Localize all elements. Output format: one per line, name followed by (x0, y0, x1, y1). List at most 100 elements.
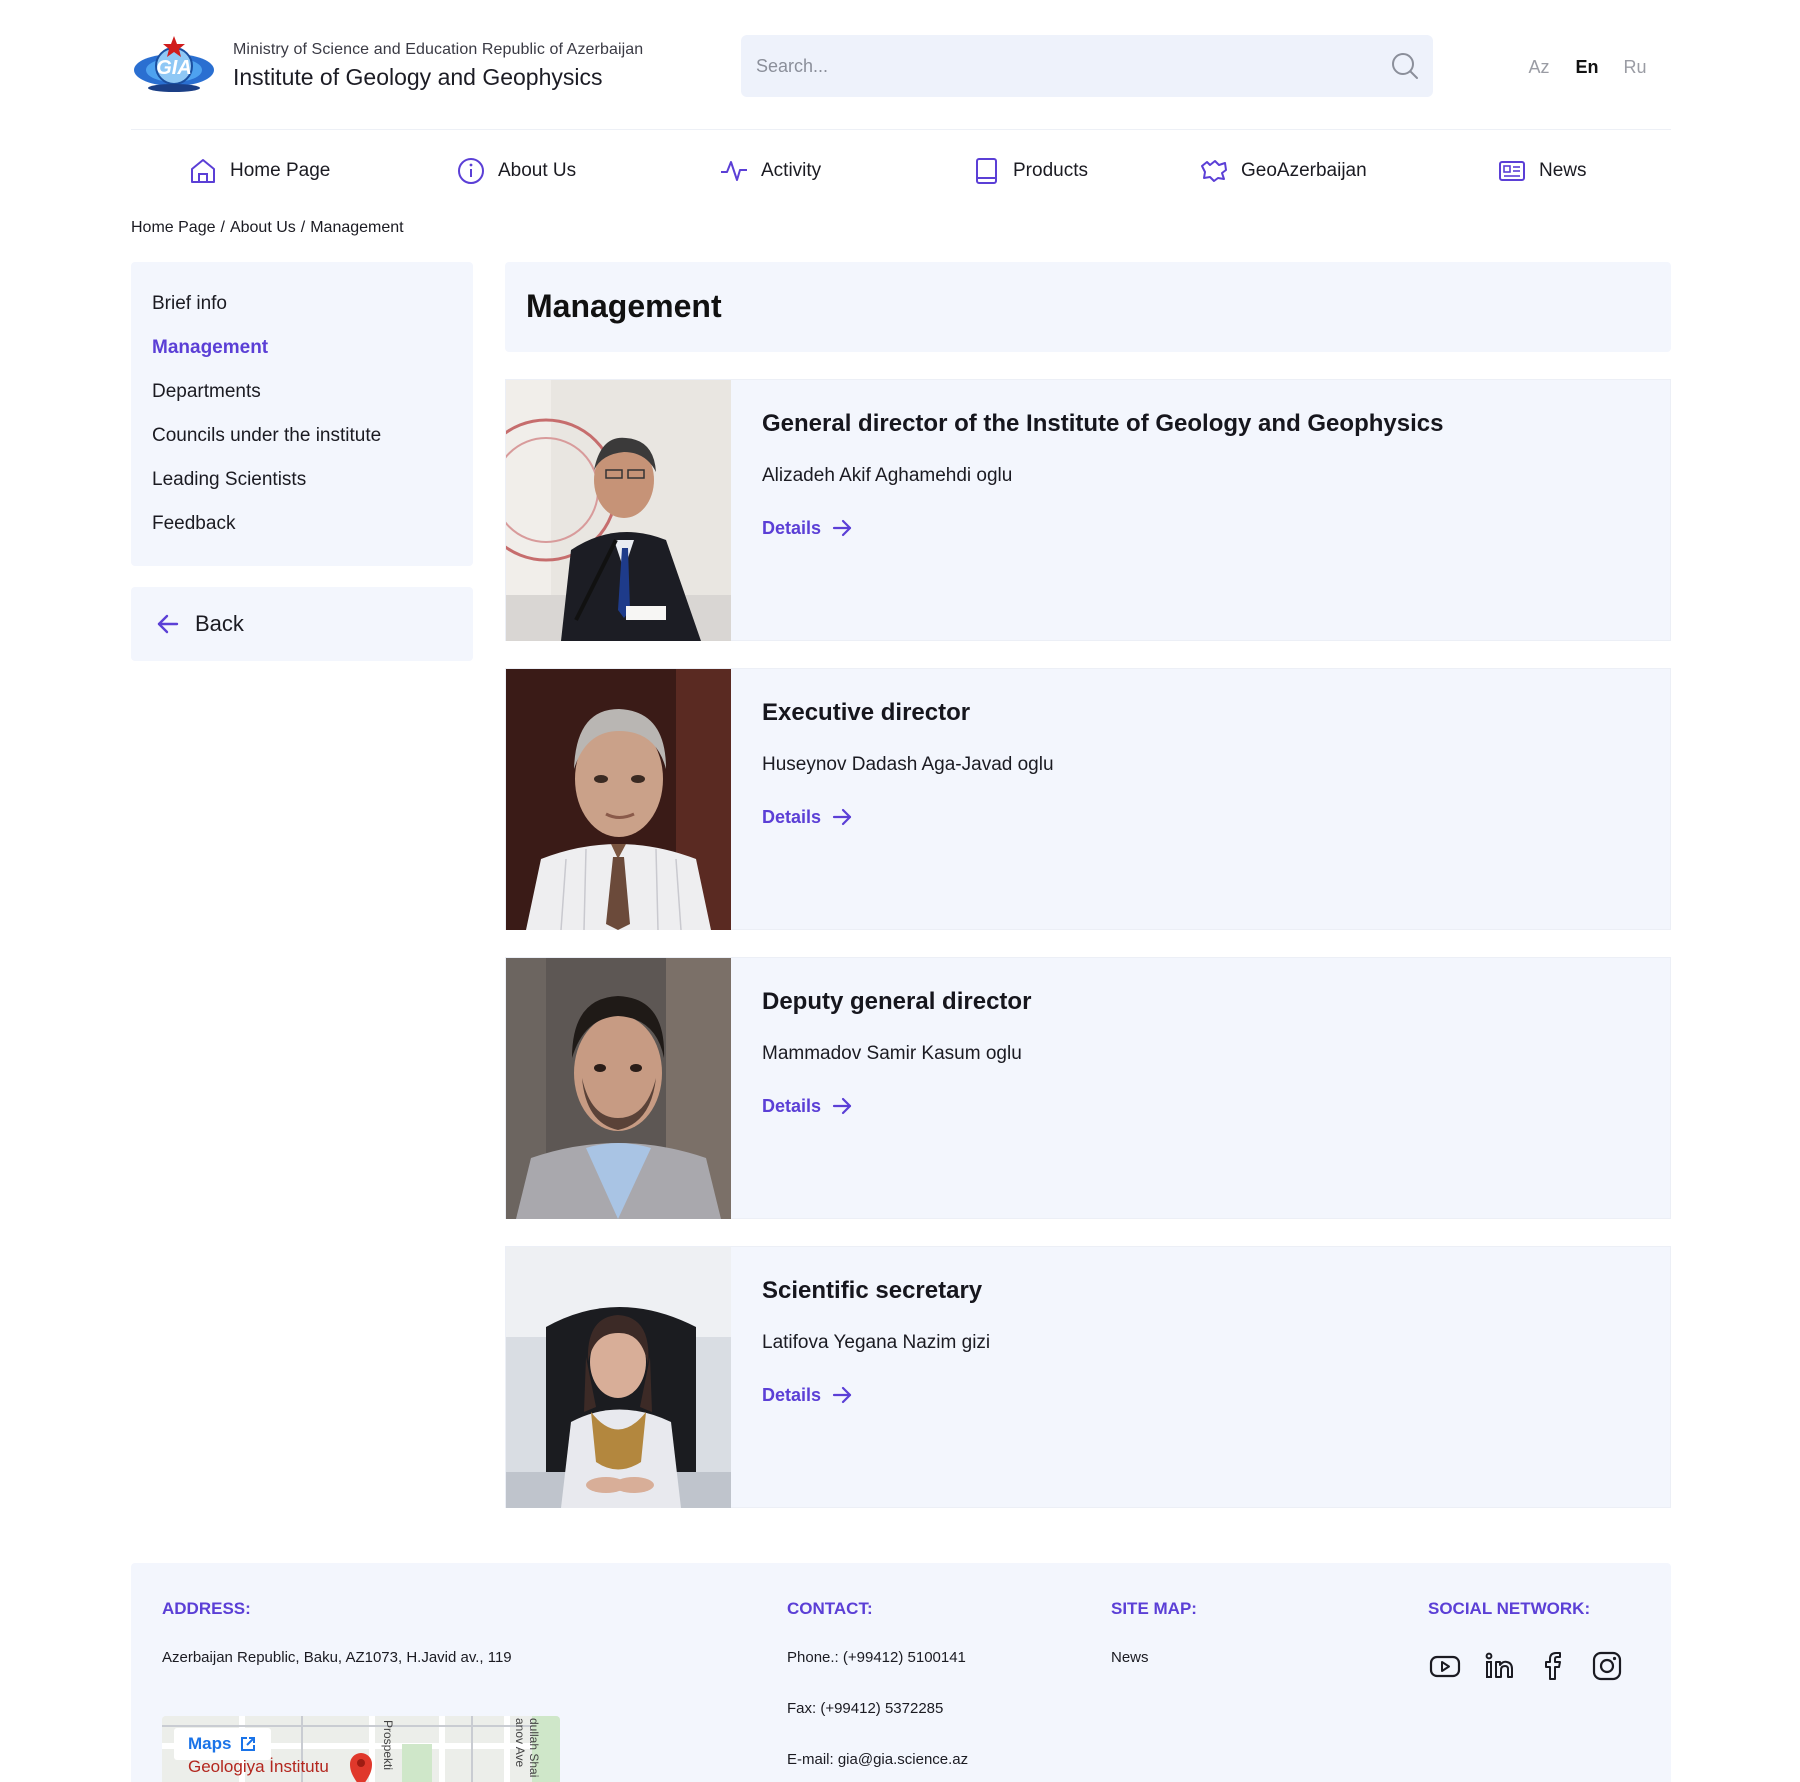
map-label-prospekti: Prospekti (381, 1720, 395, 1770)
back-button[interactable]: Back (131, 587, 473, 661)
main-nav: Home Page About Us Activity Products Geo… (131, 150, 1671, 192)
sidebar-item-departments[interactable]: Departments (152, 370, 452, 414)
position-title: Scientific secretary (762, 1277, 983, 1304)
details-label: Details (762, 1384, 822, 1405)
sidebar-item-councils[interactable]: Councils under the institute (152, 414, 452, 458)
search-box (741, 35, 1433, 97)
position-title: Executive director (762, 699, 971, 726)
youtube-icon[interactable] (1428, 1649, 1462, 1683)
director-photo[interactable] (506, 380, 731, 641)
footer-sitemap: SITE MAP: News (1111, 1599, 1197, 1666)
search-input[interactable] (756, 35, 1356, 97)
page-title: Management (526, 288, 722, 324)
footer-social: SOCIAL NETWORK: (1428, 1599, 1624, 1683)
details-link[interactable]: Details (762, 806, 1054, 828)
site-footer: ADDRESS: Azerbaijan Republic, Baku, AZ10… (131, 1563, 1671, 1782)
arrow-right-icon (832, 519, 852, 537)
sidebar-item-feedback[interactable]: Feedback (152, 502, 452, 546)
card-body: Executive director Huseynov Dadash Aga-J… (762, 699, 1054, 828)
footer-address: ADDRESS: Azerbaijan Republic, Baku, AZ10… (162, 1599, 512, 1666)
nav-products[interactable]: Products (971, 150, 1088, 192)
sidebar-item-brief-info[interactable]: Brief info (152, 288, 452, 326)
sidebar-item-management[interactable]: Management (152, 326, 452, 370)
map-outline-icon (1201, 160, 1227, 182)
lang-ru[interactable]: Ru (1611, 57, 1659, 78)
management-card: Scientific secretary Latifova Yegana Naz… (505, 1246, 1671, 1508)
nav-label: Home Page (230, 160, 331, 181)
sitemap-item-news[interactable]: News (1111, 1649, 1197, 1666)
institute-title[interactable]: Institute of Geology and Geophysics (233, 64, 643, 91)
breadcrumb-separator: / (220, 219, 225, 236)
site-header: GIA Ministry of Science and Education Re… (131, 30, 1671, 100)
header-divider (131, 129, 1671, 130)
arrow-right-icon (832, 808, 852, 826)
nav-geoazerbaijan[interactable]: GeoAzerbaijan (1199, 150, 1367, 192)
nav-label: News (1539, 160, 1587, 181)
deputy-director-photo[interactable] (506, 958, 731, 1219)
details-label: Details (762, 1095, 822, 1116)
breadcrumb-about[interactable]: About Us (230, 219, 296, 237)
page-title-box: Management (505, 262, 1671, 352)
management-card: Deputy general director Mammadov Samir K… (505, 957, 1671, 1219)
social-links (1428, 1649, 1624, 1683)
nav-label: GeoAzerbaijan (1241, 160, 1367, 181)
nav-label: Products (1013, 160, 1088, 181)
nav-label: Activity (761, 160, 822, 181)
instagram-icon[interactable] (1590, 1649, 1624, 1683)
nav-label: About Us (498, 160, 577, 181)
lang-en[interactable]: En (1563, 57, 1611, 78)
book-icon (976, 158, 997, 184)
details-label: Details (762, 806, 822, 827)
newspaper-icon (1499, 161, 1525, 181)
details-link[interactable]: Details (762, 1384, 990, 1406)
maps-label: Maps (188, 1734, 232, 1753)
management-card: Executive director Huseynov Dadash Aga-J… (505, 668, 1671, 930)
organization-name: Ministry of Science and Education Republ… (233, 41, 643, 91)
person-name: Latifova Yegana Nazim gizi (762, 1332, 991, 1353)
executive-director-photo[interactable] (506, 669, 731, 930)
nav-news[interactable]: News (1497, 150, 1587, 192)
management-card: General director of the Institute of Geo… (505, 379, 1671, 641)
back-label: Back (195, 611, 244, 636)
person-name: Mammadov Samir Kasum oglu (762, 1043, 1022, 1064)
position-title: General director of the Institute of Geo… (762, 410, 1444, 437)
breadcrumb-home[interactable]: Home Page (131, 219, 216, 237)
address-heading: ADDRESS: (162, 1599, 251, 1618)
sidebar-menu: Brief info Management Departments Counci… (131, 262, 473, 566)
card-body: Deputy general director Mammadov Samir K… (762, 988, 1031, 1117)
lang-az[interactable]: Az (1515, 57, 1563, 78)
sidebar-item-leading-scientists[interactable]: Leading Scientists (152, 458, 452, 502)
arrow-left-icon (157, 614, 179, 634)
sitemap-heading: SITE MAP: (1111, 1599, 1197, 1618)
svg-text:GIA: GIA (156, 57, 192, 79)
breadcrumb-separator: / (300, 219, 306, 236)
ministry-subtitle: Ministry of Science and Education Republ… (233, 41, 644, 58)
external-link-icon (241, 1737, 256, 1751)
language-switcher: Az En Ru (1515, 57, 1659, 78)
card-body: General director of the Institute of Geo… (762, 410, 1443, 539)
position-title: Deputy general director (762, 988, 1032, 1015)
arrow-right-icon (832, 1386, 852, 1404)
details-link[interactable]: Details (762, 517, 1443, 539)
institute-logo[interactable]: GIA (131, 30, 217, 100)
facebook-icon[interactable] (1536, 1649, 1570, 1683)
maps-button[interactable]: Maps (174, 1728, 272, 1760)
home-icon (191, 159, 215, 183)
scientific-secretary-photo[interactable] (506, 1247, 731, 1508)
nav-home-page[interactable]: Home Page (188, 150, 330, 192)
activity-icon (721, 161, 747, 181)
address-text: Azerbaijan Republic, Baku, AZ1073, H.Jav… (162, 1649, 512, 1666)
email-text[interactable]: E-mail: gia@gia.science.az (787, 1751, 968, 1768)
phone-text[interactable]: Phone.: (+99412) 5100141 (787, 1649, 968, 1666)
linkedin-icon[interactable] (1482, 1649, 1516, 1683)
nav-about-us[interactable]: About Us (456, 150, 576, 192)
card-body: Scientific secretary Latifova Yegana Naz… (762, 1277, 990, 1406)
footer-contact: CONTACT: Phone.: (+99412) 5100141 Fax: (… (787, 1599, 968, 1768)
map-embed[interactable]: Geologiya İnstitutu Prospekti anov Ave d… (162, 1716, 560, 1782)
nav-activity[interactable]: Activity (719, 150, 821, 192)
arrow-right-icon (832, 1097, 852, 1115)
details-label: Details (762, 517, 822, 538)
details-link[interactable]: Details (762, 1095, 1031, 1117)
search-icon[interactable] (1389, 50, 1421, 82)
info-icon (458, 158, 484, 184)
